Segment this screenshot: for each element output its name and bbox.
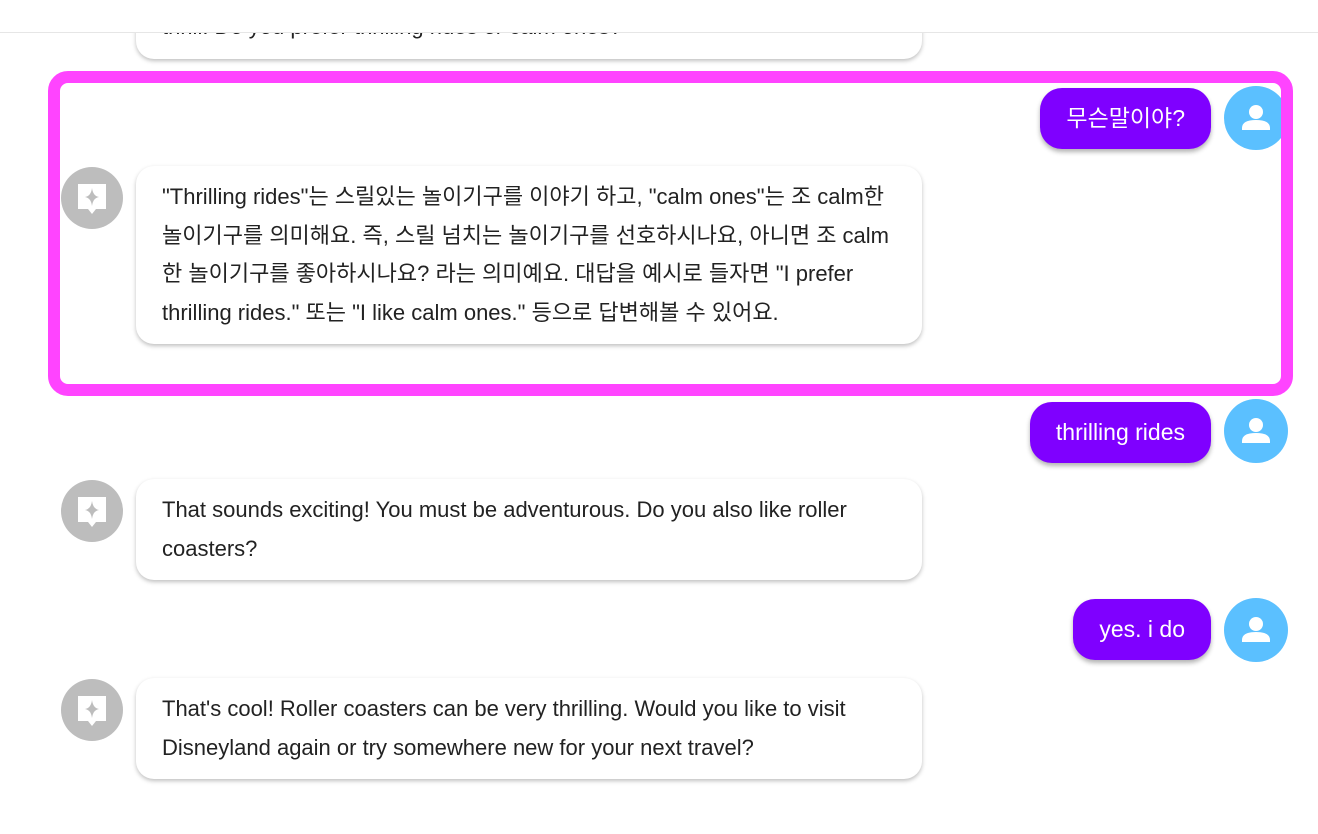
message-text: thrilling rides xyxy=(1055,419,1185,445)
user-message: thrilling rides xyxy=(1029,402,1211,463)
bot-avatar xyxy=(61,167,123,229)
top-bar xyxy=(0,0,1318,33)
user-message: 무슨말이야? xyxy=(1040,88,1211,149)
message-text: 무슨말이야? xyxy=(1066,105,1185,131)
bot-message: "Thrilling rides"는 스릴있는 놀이기구를 이야기 하고, "c… xyxy=(136,166,922,345)
bot-message: That sounds exciting! You must be advent… xyxy=(136,479,922,581)
user-avatar xyxy=(1224,399,1288,463)
message-text: That sounds exciting! You must be advent… xyxy=(162,497,847,561)
bot-avatar xyxy=(61,480,123,542)
user-avatar xyxy=(1224,86,1288,150)
user-avatar xyxy=(1224,598,1288,662)
person-icon xyxy=(1242,617,1270,642)
bot-message: That's cool! Roller coasters can be very… xyxy=(136,678,922,780)
sparkle-chat-icon xyxy=(78,696,106,726)
message-text: That's cool! Roller coasters can be very… xyxy=(162,696,846,760)
sparkle-chat-icon xyxy=(78,497,106,527)
user-message: yes. i do xyxy=(1073,599,1211,660)
sparkle-chat-icon xyxy=(78,184,106,214)
person-icon xyxy=(1242,105,1270,130)
message-text: "Thrilling rides"는 스릴있는 놀이기구를 이야기 하고, "c… xyxy=(162,184,889,325)
person-icon xyxy=(1242,418,1270,443)
message-text: yes. i do xyxy=(1099,616,1185,642)
bot-avatar xyxy=(61,679,123,741)
